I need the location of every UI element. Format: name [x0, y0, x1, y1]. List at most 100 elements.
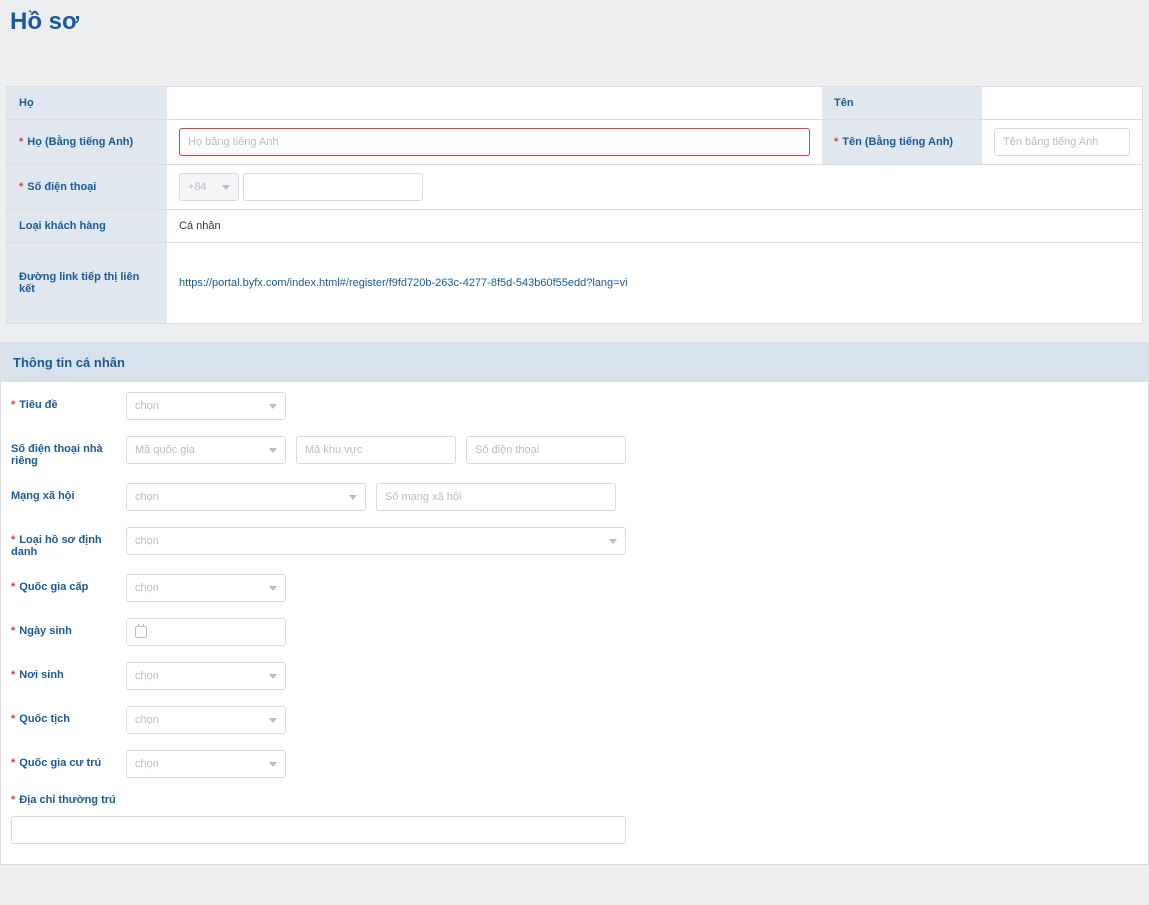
row-dob: * Ngày sinh — [11, 618, 1138, 646]
row-id-type: *Loại hồ sơ định danh chọn — [11, 527, 1138, 558]
controls-dob — [126, 618, 1138, 646]
label-residence: * Quốc gia cư trú — [11, 750, 126, 769]
label-phone: * Số điện thoại — [7, 165, 167, 209]
ho-en-input[interactable] — [179, 128, 810, 156]
nationality-value: chọn — [135, 714, 159, 726]
value-ho — [167, 87, 822, 119]
label-perm-address-text: Địa chỉ thường trú — [19, 794, 115, 806]
phone-number-input[interactable] — [243, 173, 423, 201]
cell-phone: +84 — [167, 165, 1142, 209]
pob-select[interactable]: chọn — [126, 662, 286, 690]
personal-info-header: Thông tin cá nhân — [1, 343, 1148, 382]
row-title: * Tiêu đề chọn — [11, 392, 1138, 420]
row-affiliate: Đường link tiếp thị liên kết https://por… — [7, 243, 1142, 323]
issuing-country-value: chọn — [135, 582, 159, 594]
controls-residence: chọn — [126, 750, 1138, 778]
perm-address-input[interactable] — [11, 816, 626, 844]
label-ho: Họ — [7, 87, 167, 119]
home-phone-area-input[interactable] — [296, 436, 456, 464]
personal-info-section: Thông tin cá nhân * Tiêu đề chọn Số điện … — [0, 342, 1149, 865]
label-dob-text: Ngày sinh — [19, 625, 72, 637]
phone-country-code-select: +84 — [179, 173, 239, 201]
chevron-down-icon — [269, 718, 277, 723]
row-home-phone: Số điện thoại nhà riêng Mã quốc gia — [11, 436, 1138, 467]
controls-pob: chọn — [126, 662, 1138, 690]
label-phone-text: Số điện thoại — [27, 181, 96, 193]
phone-code-value: +84 — [188, 181, 207, 193]
required-mark: * — [11, 625, 15, 637]
social-select[interactable]: chọn — [126, 483, 366, 511]
label-ho-en: * Họ (Bằng tiếng Anh) — [7, 120, 167, 164]
social-select-value: chọn — [135, 491, 159, 503]
chevron-down-icon — [222, 185, 230, 190]
required-mark: * — [11, 757, 15, 769]
label-dob: * Ngày sinh — [11, 618, 126, 637]
controls-perm-address — [11, 816, 626, 844]
title-select-value: chọn — [135, 400, 159, 412]
required-mark: * — [19, 181, 23, 193]
required-mark: * — [11, 581, 15, 593]
controls-issuing-country: chọn — [126, 574, 1138, 602]
nationality-select[interactable]: chọn — [126, 706, 286, 734]
label-ten-en-text: Tên (Bằng tiếng Anh) — [842, 136, 953, 148]
label-residence-text: Quốc gia cư trú — [19, 757, 101, 769]
cell-affiliate: https://portal.byfx.com/index.html#/regi… — [167, 243, 1142, 323]
controls-social: chọn — [126, 483, 1138, 511]
residence-select[interactable]: chọn — [126, 750, 286, 778]
required-mark: * — [11, 713, 15, 725]
label-title-text: Tiêu đề — [19, 399, 57, 411]
residence-value: chọn — [135, 758, 159, 770]
social-number-input[interactable] — [376, 483, 616, 511]
label-social: Mạng xã hội — [11, 483, 126, 502]
personal-info-body: * Tiêu đề chọn Số điện thoại nhà riêng Mã… — [1, 382, 1148, 864]
controls-id-type: chọn — [126, 527, 1138, 555]
controls-home-phone: Mã quốc gia — [126, 436, 1138, 464]
row-issuing-country: * Quốc gia cấp chọn — [11, 574, 1138, 602]
label-title: * Tiêu đề — [11, 392, 126, 411]
row-customer-type: Loại khách hàng Cá nhân — [7, 210, 1142, 243]
home-phone-cc-value: Mã quốc gia — [135, 444, 195, 456]
home-phone-number-input[interactable] — [466, 436, 626, 464]
chevron-down-icon — [269, 674, 277, 679]
label-nationality-text: Quốc tịch — [19, 713, 70, 725]
label-home-phone: Số điện thoại nhà riêng — [11, 436, 126, 467]
label-pob: *Nơi sinh — [11, 662, 126, 681]
row-social: Mạng xã hội chọn — [11, 483, 1138, 511]
pob-value: chọn — [135, 670, 159, 682]
required-mark: * — [11, 534, 15, 546]
label-affiliate: Đường link tiếp thị liên kết — [7, 243, 167, 323]
chevron-down-icon — [269, 404, 277, 409]
required-mark: * — [11, 399, 15, 411]
label-ten: Tên — [822, 87, 982, 119]
required-mark: * — [19, 136, 23, 148]
cell-ten-en — [982, 120, 1142, 164]
id-type-select[interactable]: chọn — [126, 527, 626, 555]
ten-en-input[interactable] — [994, 128, 1130, 156]
value-customer-type: Cá nhân — [167, 210, 1142, 242]
label-ho-en-text: Họ (Bằng tiếng Anh) — [27, 136, 133, 148]
home-phone-country-code-select[interactable]: Mã quốc gia — [126, 436, 286, 464]
required-mark: * — [11, 669, 15, 681]
dob-datepicker[interactable] — [126, 618, 286, 646]
title-select[interactable]: chọn — [126, 392, 286, 420]
row-nationality: * Quốc tịch chọn — [11, 706, 1138, 734]
chevron-down-icon — [269, 448, 277, 453]
label-nationality: * Quốc tịch — [11, 706, 126, 725]
affiliate-link[interactable]: https://portal.byfx.com/index.html#/regi… — [179, 277, 628, 289]
calendar-icon — [135, 626, 147, 638]
row-phone: * Số điện thoại +84 — [7, 165, 1142, 210]
row-pob: *Nơi sinh chọn — [11, 662, 1138, 690]
label-id-type: *Loại hồ sơ định danh — [11, 527, 126, 558]
row-perm-address: * Địa chỉ thường trú — [11, 794, 1138, 844]
label-issuing-country: * Quốc gia cấp — [11, 574, 126, 593]
label-issuing-country-text: Quốc gia cấp — [19, 581, 88, 593]
issuing-country-select[interactable]: chọn — [126, 574, 286, 602]
required-mark: * — [834, 136, 838, 148]
required-mark: * — [11, 794, 15, 806]
controls-title: chọn — [126, 392, 1138, 420]
id-type-select-value: chọn — [135, 535, 159, 547]
chevron-down-icon — [609, 539, 617, 544]
page-title: Hồ sơ — [0, 0, 1149, 56]
label-perm-address: * Địa chỉ thường trú — [11, 794, 1138, 806]
controls-nationality: chọn — [126, 706, 1138, 734]
